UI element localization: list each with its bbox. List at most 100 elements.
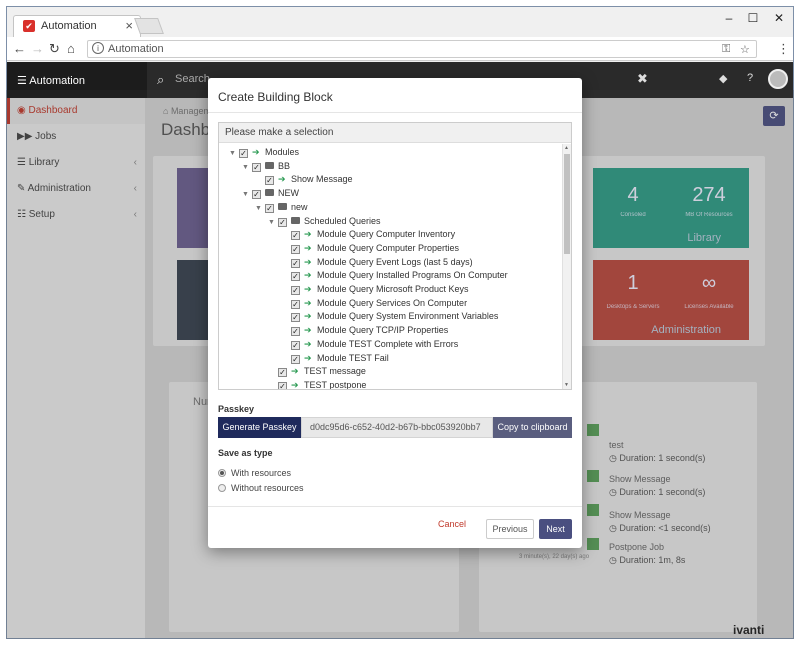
checkbox-checked[interactable]: ✓ [291, 340, 300, 350]
checkbox-checked[interactable]: ✓ [291, 286, 300, 295]
checkbox-checked[interactable]: ✓ [291, 272, 300, 282]
tree-node[interactable]: ✓ ➔ Module Query Services On Computer [281, 298, 467, 311]
checkbox-checked[interactable]: ✓ [291, 258, 300, 268]
scroll-up-icon[interactable]: ▲ [564, 145, 569, 151]
tab-title: Automation [41, 20, 97, 32]
tab-close-icon[interactable]: × [125, 18, 133, 33]
tree-scrollbar[interactable]: ▲ ▼ [562, 144, 571, 389]
checkbox-checked[interactable]: ✓ [265, 203, 274, 213]
tab-strip: ✔ Automation × – ☐ ✕ [7, 7, 793, 37]
automation-favicon-icon: ✔ [23, 20, 35, 32]
checkbox-checked[interactable]: ✓ [291, 327, 300, 337]
passkey-label: Passkey [218, 404, 255, 414]
radio-label: Without resources [231, 483, 304, 493]
arrow-right-icon: ➔ [304, 229, 312, 240]
checkbox-checked[interactable]: ✓ [239, 149, 248, 158]
tree-node[interactable]: ✓ ➔ Module Query TCP/IP Properties [281, 325, 448, 338]
checkbox-checked[interactable]: ✓ [278, 368, 287, 378]
tree-node[interactable]: ✓ ➔ Module Query Installed Programs On Com… [281, 270, 508, 283]
tree-node[interactable]: ✓ ➔ Module Query Event Logs (last 5 days) [281, 257, 473, 270]
tree-node[interactable]: ▼ ✓ BB [242, 161, 290, 174]
checkbox-checked[interactable]: ✓ [252, 162, 261, 172]
clear-search-icon[interactable]: ✖ [637, 71, 648, 87]
tree-node[interactable]: ▼ ✓ Scheduled Queries [268, 216, 381, 229]
chevron-down-icon[interactable]: ▼ [242, 191, 252, 198]
tree-node[interactable]: ▼ ✓ new [255, 202, 308, 215]
passkey-field[interactable]: d0dc95d6-c652-40d2-b67b-bbc053920bb7 [301, 417, 493, 438]
copy-to-clipboard-button[interactable]: Copy to clipboard [493, 417, 572, 438]
radio-selected-icon[interactable] [218, 469, 226, 477]
checkbox-checked[interactable]: ✓ [278, 217, 287, 227]
address-bar: ← → ↻ ⌂ i Automation ⚿ ☆ ⋮ [7, 37, 793, 61]
help-icon[interactable]: ? [747, 72, 753, 84]
new-tab-button[interactable] [134, 18, 164, 34]
tree-node[interactable]: ▼ ✓ NEW [242, 188, 299, 201]
url-input[interactable]: i Automation ⚿ ☆ [87, 40, 757, 58]
arrow-right-icon: ➔ [291, 379, 299, 389]
checkbox-checked[interactable]: ✓ [291, 299, 300, 309]
save-as-type-label: Save as type [218, 448, 273, 458]
checkbox-checked[interactable]: ✓ [291, 354, 300, 364]
tree-node-label: Scheduled Queries [304, 215, 381, 226]
arrow-right-icon: ➔ [304, 242, 312, 253]
back-icon[interactable]: ← [13, 41, 26, 56]
home-icon[interactable]: ⌂ [67, 41, 75, 56]
site-info-icon[interactable]: i [92, 42, 104, 54]
radio-without-resources[interactable]: Without resources [218, 483, 304, 493]
reload-icon[interactable]: ↻ [49, 41, 60, 57]
bookmark-star-icon[interactable]: ☆ [740, 43, 750, 56]
tree-node-label: Module TEST Complete with Errors [317, 338, 459, 349]
tree-node[interactable]: ✓ ➔ Module TEST Fail [281, 353, 389, 366]
arrow-right-icon: ➔ [304, 325, 312, 336]
selection-tree: Please make a selection ▼ ✓ ➔ Modules ▼ ✓ BB ✓ ➔… [218, 122, 572, 390]
cube-icon[interactable]: ◆ [719, 72, 727, 85]
tree-node[interactable]: ▼ ✓ ➔ Modules [229, 147, 299, 160]
tree-header: Please make a selection [219, 123, 571, 143]
tree-node[interactable]: ✓ ➔ TEST postpone [268, 380, 366, 389]
maximize-button[interactable]: ☐ [739, 11, 767, 25]
search-input[interactable]: Search [175, 73, 210, 85]
tree-node[interactable]: ✓ ➔ Module Query Microsoft Product Keys [281, 284, 469, 297]
tree-node[interactable]: ✓ ➔ Module TEST Complete with Errors [281, 339, 458, 352]
tree-node[interactable]: ✓ ➔ Module Query Computer Properties [281, 243, 459, 256]
tree-node-label: Module Query TCP/IP Properties [317, 325, 449, 336]
chevron-down-icon[interactable]: ▼ [229, 150, 239, 157]
scroll-down-icon[interactable]: ▼ [564, 382, 569, 388]
tree-node[interactable]: ✓ ➔ Module Query Computer Inventory [281, 229, 455, 242]
scroll-thumb[interactable] [564, 154, 570, 254]
browser-tab[interactable]: ✔ Automation × [13, 15, 141, 37]
chevron-down-icon[interactable]: ▼ [268, 219, 278, 226]
tree-node-label: Module Query Services On Computer [317, 297, 468, 308]
tree-node[interactable]: ✓ ➔ Module Query System Environment Variab… [281, 311, 498, 324]
chevron-down-icon[interactable]: ▼ [255, 205, 265, 212]
chevron-down-icon[interactable]: ▼ [242, 164, 252, 171]
tree-node[interactable]: ✓ ➔ Show Message [255, 174, 353, 187]
checkbox-checked[interactable]: ✓ [265, 176, 274, 186]
forward-icon[interactable]: → [31, 41, 44, 56]
cancel-button[interactable]: Cancel [438, 519, 466, 529]
browser-menu-icon[interactable]: ⋮ [777, 41, 790, 57]
previous-button[interactable]: Previous [486, 519, 534, 539]
arrow-right-icon: ➔ [304, 284, 312, 294]
key-icon[interactable]: ⚿ [722, 43, 730, 56]
checkbox-checked[interactable]: ✓ [252, 190, 261, 200]
tree-node[interactable]: ✓ ➔ TEST message [268, 366, 366, 379]
radio-with-resources[interactable]: With resources [218, 468, 291, 478]
next-button[interactable]: Next [539, 519, 572, 539]
tree-list[interactable]: ▼ ✓ ➔ Modules ▼ ✓ BB ✓ ➔ Show Message ▼ ✓ NEW ▼ ✓ new ▼ ✓… [219, 144, 571, 389]
checkbox-checked[interactable]: ✓ [291, 231, 300, 241]
divider [208, 506, 582, 507]
checkbox-checked[interactable]: ✓ [291, 313, 300, 323]
checkbox-checked[interactable]: ✓ [291, 244, 300, 254]
generate-passkey-button[interactable]: Generate Passkey [218, 417, 301, 438]
close-window-button[interactable]: ✕ [765, 11, 793, 25]
radio-unselected-icon[interactable] [218, 484, 226, 492]
tree-node-label: TEST message [304, 366, 366, 377]
arrow-right-icon: ➔ [304, 270, 312, 281]
avatar[interactable] [768, 69, 788, 89]
folder-icon [265, 161, 274, 169]
arrow-right-icon: ➔ [252, 147, 260, 157]
checkbox-checked[interactable]: ✓ [278, 381, 287, 389]
search-icon: ⌕ [157, 72, 165, 87]
folder-icon [265, 189, 274, 197]
